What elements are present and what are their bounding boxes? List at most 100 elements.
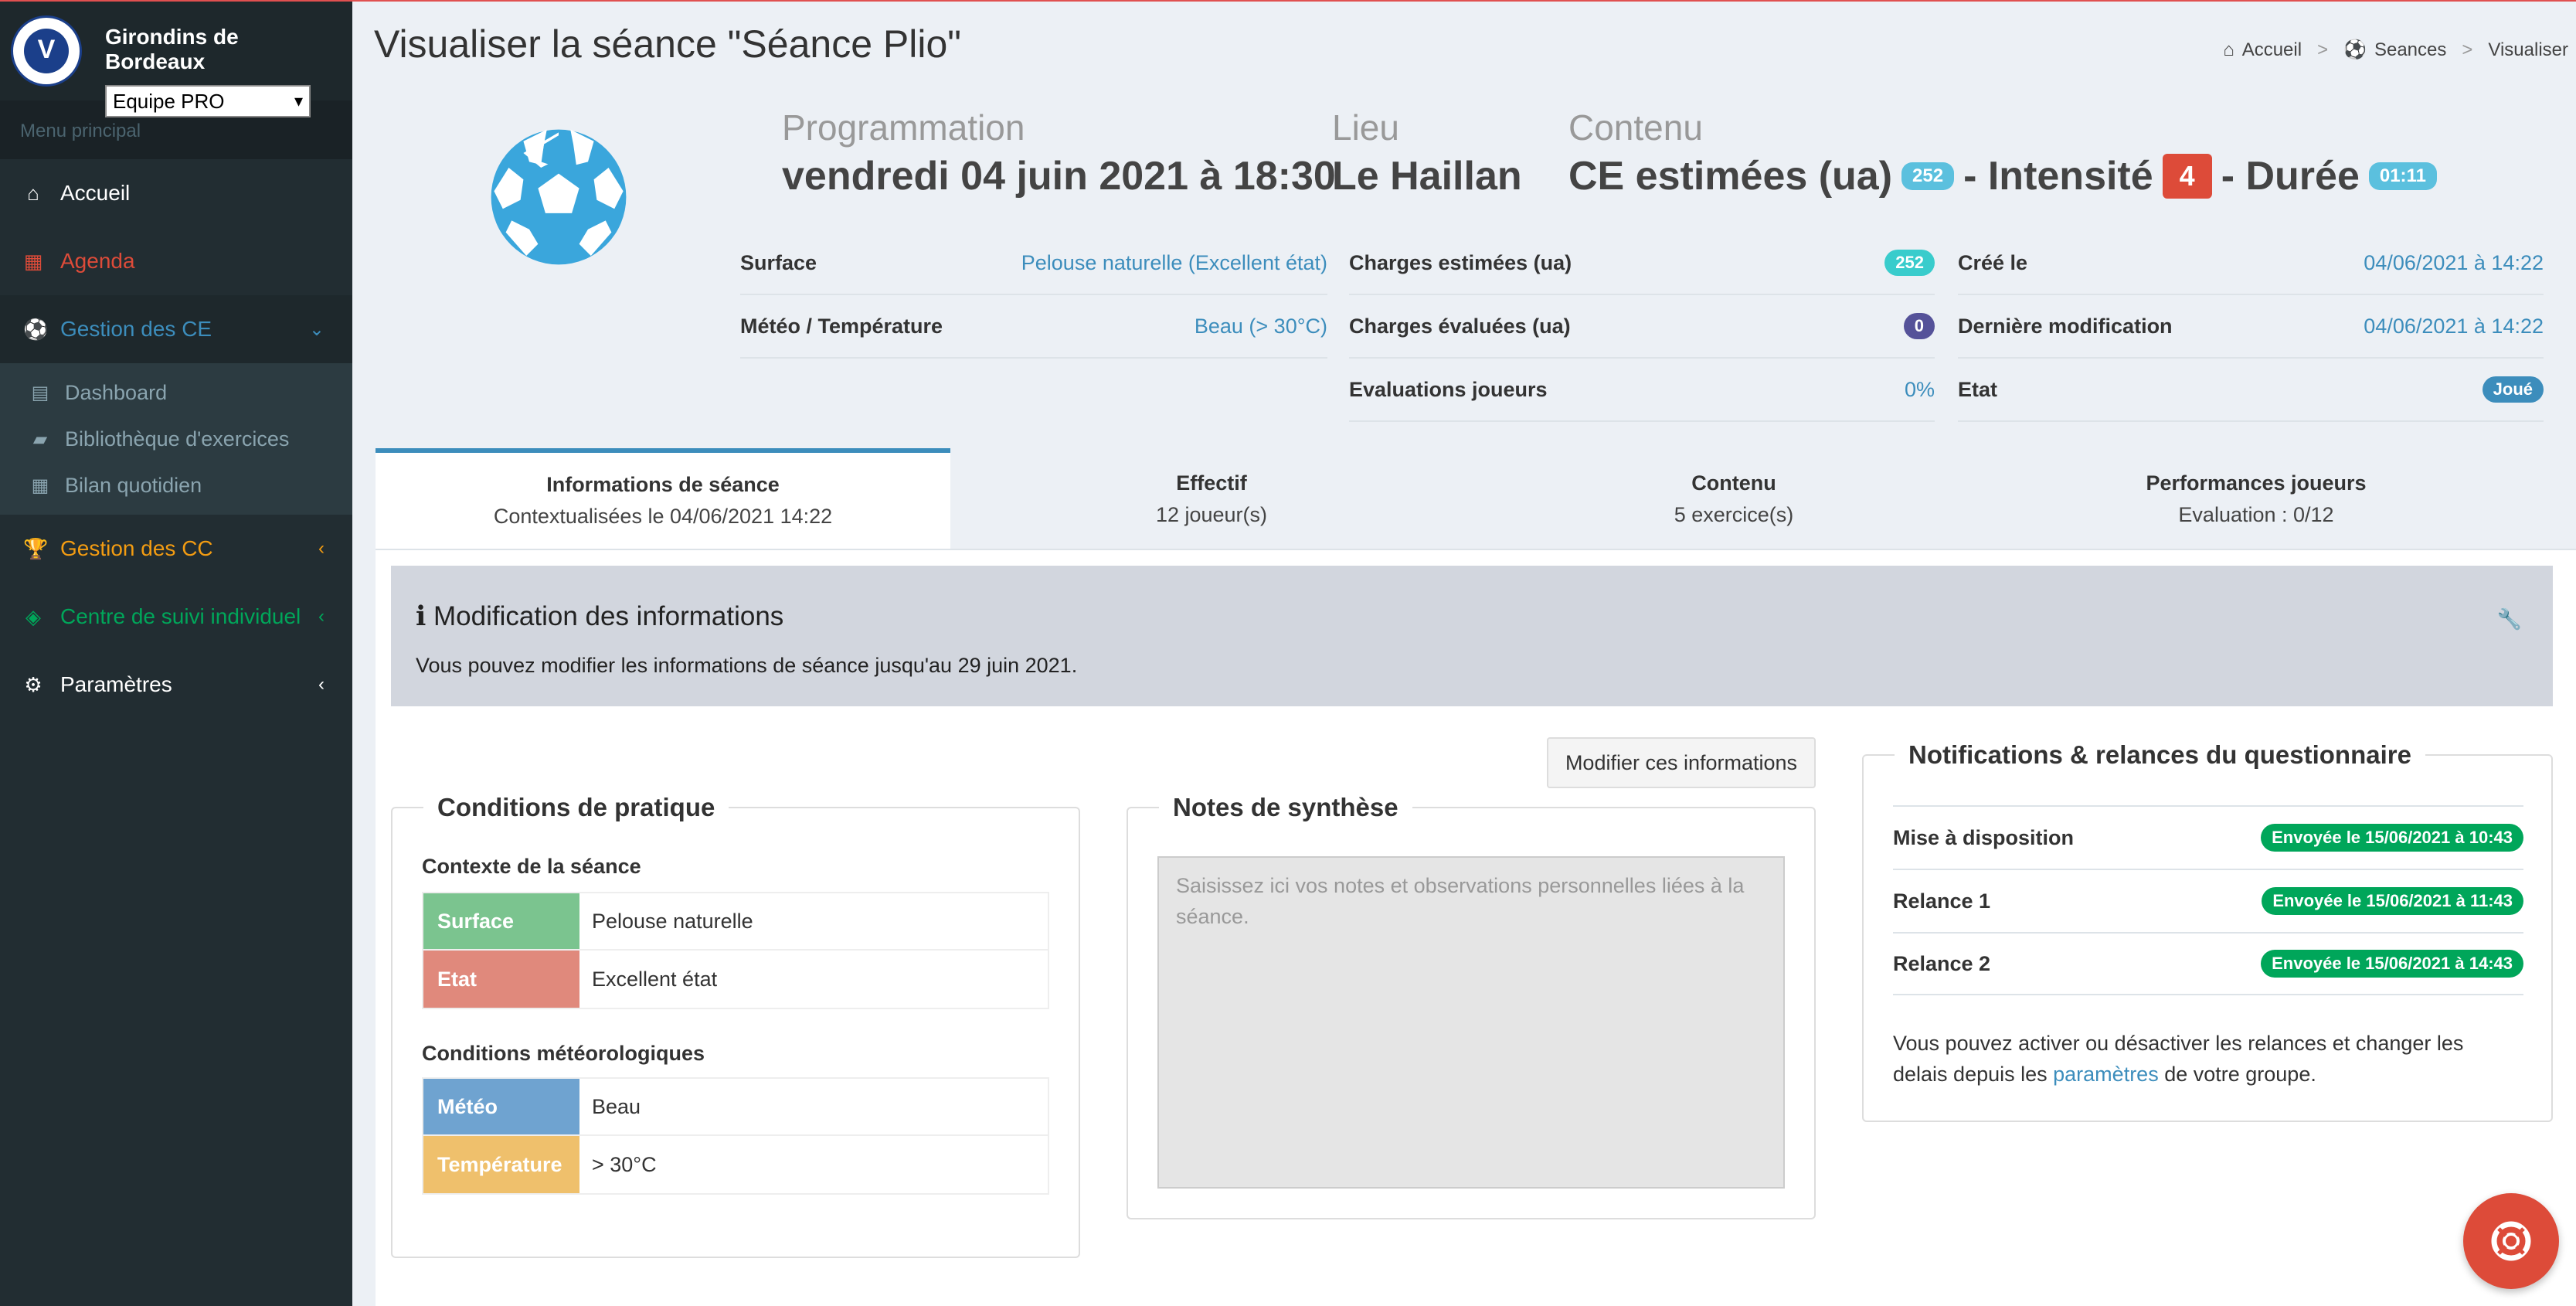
lieu-label: Lieu bbox=[1332, 107, 1399, 148]
notification-row: Relance 2 Envoyée le 15/06/2021 à 14:43 bbox=[1893, 932, 2523, 995]
sidebar-item-label: Accueil bbox=[60, 181, 131, 205]
notes-legend: Notes de synthèse bbox=[1159, 793, 1412, 822]
chevron-left-icon: ‹ bbox=[318, 674, 325, 695]
breadcrumb-separator: > bbox=[2462, 39, 2473, 60]
club-name: Girondins de Bordeaux bbox=[105, 25, 239, 73]
info-key: Etat bbox=[1958, 377, 1998, 401]
info-row-cree: Créé le 04/06/2021 à 14:22 bbox=[1958, 232, 2544, 295]
contenu-label: Contenu bbox=[1568, 107, 1703, 148]
info-key: Charges évaluées (ua) bbox=[1349, 314, 1571, 338]
tab-title: Effectif bbox=[1176, 471, 1247, 495]
duree-label: - Durée bbox=[2221, 154, 2360, 199]
sidebar-item-dashboard[interactable]: ▤ Dashboard bbox=[0, 369, 352, 416]
tab-effectif[interactable]: Effectif 12 joueur(s) bbox=[950, 448, 1473, 549]
contenu-value: CE estimées (ua) 252 - Intensité 4 - Dur… bbox=[1568, 153, 2446, 199]
notification-label: Relance 1 bbox=[1893, 889, 1991, 913]
sidebar-item-gestion-cc[interactable]: 🏆 Gestion des CC ‹ bbox=[0, 515, 352, 583]
breadcrumb-seances[interactable]: Seances bbox=[2374, 39, 2446, 61]
sidebar-item-label: Bilan quotidien bbox=[65, 473, 202, 497]
breadcrumb-separator: > bbox=[2317, 39, 2329, 60]
help-lifebuoy-button[interactable] bbox=[2463, 1193, 2559, 1289]
notification-label: Mise à disposition bbox=[1893, 825, 2075, 849]
ce-badge: 252 bbox=[1901, 162, 1955, 190]
table-row: Surface Pelouse naturelle bbox=[423, 893, 1048, 951]
ce-label: CE estimées (ua) bbox=[1568, 154, 1893, 199]
info-row-etat: Etat Joué bbox=[1958, 359, 2544, 422]
meteo-key: Météo bbox=[423, 1079, 579, 1134]
contenu-block: Contenu CE estimées (ua) 252 - Intensité… bbox=[1568, 107, 2446, 199]
intensite-badge: 4 bbox=[2162, 154, 2212, 199]
info-key: Météo / Température bbox=[740, 314, 943, 338]
info-column-2: Charges estimées (ua) 252 Charges évalué… bbox=[1349, 232, 1935, 422]
intensite-label: - Intensité bbox=[1963, 154, 2153, 199]
meteo-value: Beau bbox=[592, 1094, 641, 1118]
parametres-link[interactable]: paramètres bbox=[2053, 1063, 2159, 1086]
info-callout: ℹ Modification des informations Vous pou… bbox=[391, 566, 2553, 706]
lieu-value: Le Haillan bbox=[1332, 154, 1522, 199]
info-value: Pelouse naturelle (Excellent état) bbox=[1021, 250, 1327, 274]
notifications-legend: Notifications & relances du questionnair… bbox=[1895, 740, 2425, 770]
brand: V Girondins de Bordeaux Equipe PRO ▾ bbox=[0, 0, 352, 117]
tab-contenu[interactable]: Contenu 5 exercice(s) bbox=[1473, 448, 1995, 549]
gear-icon: ⚙ bbox=[24, 672, 42, 696]
info-key: Evaluations joueurs bbox=[1349, 377, 1548, 401]
status-badge: Envoyée le 15/06/2021 à 11:43 bbox=[2262, 887, 2523, 915]
tab-subtitle: 5 exercice(s) bbox=[1674, 503, 1794, 526]
conditions-fieldset: Conditions de pratique Contexte de la sé… bbox=[391, 793, 1080, 1258]
calculator-icon: ▦ bbox=[31, 474, 49, 496]
temperature-value: > 30°C bbox=[592, 1152, 657, 1176]
chevron-down-icon: ⌄ bbox=[308, 318, 325, 340]
meteo-table: Météo Beau Température > 30°C bbox=[422, 1077, 1049, 1195]
surface-key: Surface bbox=[423, 893, 579, 949]
lieu-block: Lieu Le Haillan bbox=[1332, 107, 1522, 199]
info-row-surface: Surface Pelouse naturelle (Excellent éta… bbox=[740, 232, 1327, 295]
info-row-meteo: Météo / Température Beau (> 30°C) bbox=[740, 295, 1327, 359]
tab-title: Performances joueurs bbox=[2146, 471, 2367, 495]
notification-label: Relance 2 bbox=[1893, 951, 1991, 975]
duree-badge: 01:11 bbox=[2368, 162, 2437, 190]
submenu-gestion-ce: ▤ Dashboard ▰ Bibliothèque d'exercices ▦… bbox=[0, 363, 352, 515]
sidebar-item-suivi[interactable]: ◈ Centre de suivi individuel ‹ bbox=[0, 583, 352, 651]
calendar-icon: ▦ bbox=[23, 249, 43, 273]
notes-textarea[interactable]: Saisissez ici vos notes et observations … bbox=[1157, 856, 1785, 1189]
sidebar-item-bilan[interactable]: ▦ Bilan quotidien bbox=[0, 462, 352, 508]
sidebar-item-parametres[interactable]: ⚙ Paramètres ‹ bbox=[0, 651, 352, 719]
modify-info-button[interactable]: Modifier ces informations bbox=[1547, 737, 1816, 788]
page-title: Visualiser la séance "Séance Plio" bbox=[374, 22, 962, 66]
info-key: Créé le bbox=[1958, 250, 2028, 274]
main-content: Visualiser la séance "Séance Plio" ⌂ Acc… bbox=[352, 0, 2576, 1306]
table-row: Etat Excellent état bbox=[423, 951, 1048, 1008]
table-row: Météo Beau bbox=[423, 1079, 1048, 1136]
sidebar-item-accueil[interactable]: ⌂ Accueil bbox=[0, 159, 352, 227]
book-icon: ▰ bbox=[32, 428, 48, 450]
sidebar-item-agenda[interactable]: ▦ Agenda bbox=[0, 227, 352, 295]
wrench-icon[interactable]: 🔧 bbox=[2497, 607, 2522, 631]
sidebar-item-label: Paramètres bbox=[60, 672, 172, 696]
club-logo[interactable]: V bbox=[11, 15, 82, 87]
info-column-1: Surface Pelouse naturelle (Excellent éta… bbox=[740, 232, 1327, 359]
tab-performances[interactable]: Performances joueurs Evaluation : 0/12 bbox=[1995, 448, 2517, 549]
tab-subtitle: Evaluation : 0/12 bbox=[2178, 503, 2334, 526]
tab-informations[interactable]: Informations de séance Contextualisées l… bbox=[376, 448, 950, 549]
notes-fieldset: Notes de synthèse Saisissez ici vos note… bbox=[1127, 793, 1816, 1219]
soccer-ball-icon: ⚽ bbox=[23, 317, 49, 341]
contexte-title: Contexte de la séance bbox=[422, 855, 641, 878]
info-key: Dernière modification bbox=[1958, 314, 2173, 338]
trophy-icon: 🏆 bbox=[23, 536, 49, 560]
info-key: Charges estimées (ua) bbox=[1349, 250, 1572, 274]
sidebar-item-label: Dashboard bbox=[65, 380, 168, 404]
team-select-value: Equipe PRO bbox=[113, 89, 225, 113]
team-select[interactable]: Equipe PRO ▾ bbox=[105, 85, 311, 117]
breadcrumb-visualiser: Visualiser bbox=[2488, 39, 2568, 60]
soccer-ball-icon: ⚽ bbox=[2343, 39, 2367, 60]
charges-evaluees-badge: 0 bbox=[1903, 313, 1935, 339]
home-icon: ⌂ bbox=[27, 181, 39, 205]
sidebar-item-gestion-ce[interactable]: ⚽ Gestion des CE ⌄ bbox=[0, 295, 352, 363]
conditions-legend: Conditions de pratique bbox=[423, 793, 729, 822]
notifications-help-text: Vous pouvez activer ou désactiver les re… bbox=[1893, 1028, 2523, 1090]
programmation-label: Programmation bbox=[782, 107, 1025, 148]
sidebar-item-label: Agenda bbox=[60, 249, 135, 273]
sidebar-item-bibliotheque[interactable]: ▰ Bibliothèque d'exercices bbox=[0, 416, 352, 462]
breadcrumb-accueil[interactable]: Accueil bbox=[2242, 39, 2302, 61]
tab-title: Informations de séance bbox=[546, 473, 780, 496]
